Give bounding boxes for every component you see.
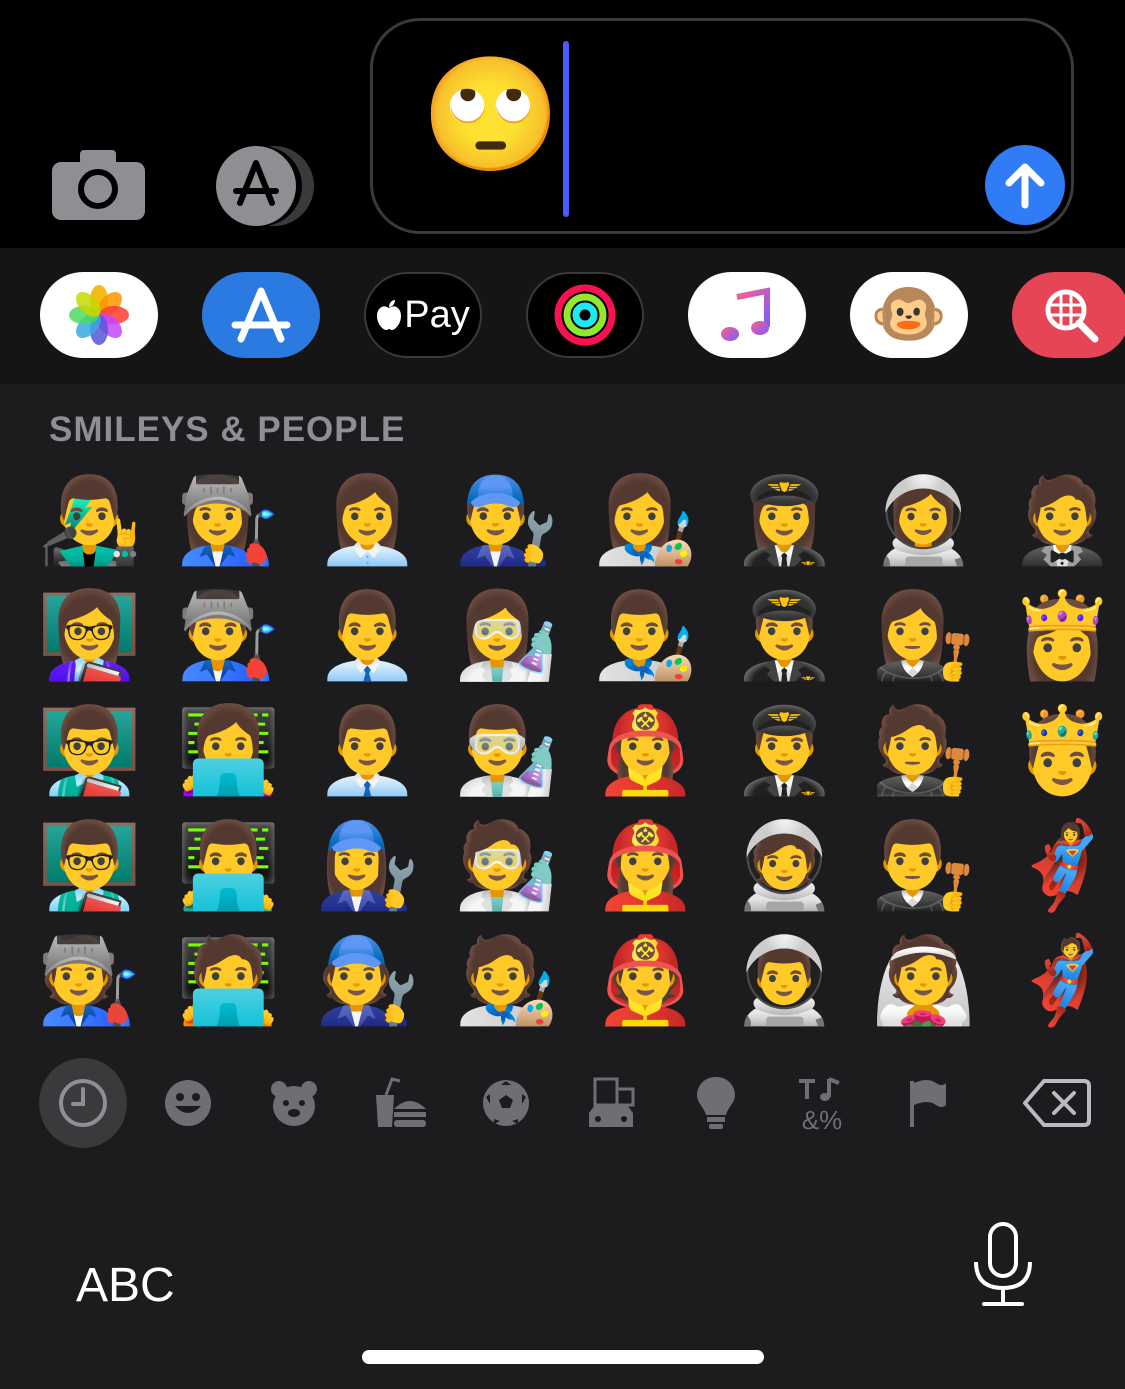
emoji-key[interactable]: 🤵	[993, 462, 1125, 577]
message-emoji: 🙄	[421, 52, 561, 177]
activity-app-button[interactable]	[526, 272, 644, 358]
emoji-key[interactable]: 🧑‍🚒	[576, 922, 715, 1037]
app-store-a-icon	[231, 287, 291, 343]
emoji-key[interactable]: 👨‍💼	[298, 692, 437, 807]
smiley-icon	[165, 1080, 211, 1126]
emoji-key[interactable]: 👩‍🚒	[576, 692, 715, 807]
send-button[interactable]	[985, 145, 1065, 225]
message-input[interactable]: 🙄	[370, 18, 1074, 234]
emoji-key[interactable]: 🧑‍🔧	[298, 922, 437, 1037]
emoji-key[interactable]: 🦸	[993, 922, 1125, 1037]
soccer-ball-icon	[483, 1080, 529, 1126]
emoji-key[interactable]: 👨‍🔬	[437, 692, 576, 807]
category-symbols[interactable]: &%	[778, 1058, 866, 1148]
emoji-key[interactable]: 👩‍💻	[159, 692, 298, 807]
flag-icon	[910, 1080, 946, 1127]
emoji-key[interactable]: 👨‍💻	[159, 807, 298, 922]
lightbulb-icon	[697, 1077, 735, 1129]
emoji-key[interactable]: 🤴	[993, 692, 1125, 807]
app-store-app-button[interactable]	[202, 272, 320, 358]
text-caret	[563, 41, 569, 217]
category-travel[interactable]	[567, 1058, 655, 1148]
emoji-key[interactable]: 👨‍⚖️	[854, 807, 993, 922]
category-flags[interactable]	[884, 1058, 972, 1148]
app-drawer: Pay 🐵	[0, 248, 1125, 384]
emoji-key[interactable]: 👩‍🚒	[576, 807, 715, 922]
music-note-icon	[721, 287, 770, 341]
category-recent[interactable]	[39, 1058, 127, 1148]
emoji-key[interactable]: 🧑‍🏭	[20, 922, 159, 1037]
emoji-key[interactable]: 🧑‍💻	[159, 922, 298, 1037]
bear-icon	[271, 1081, 317, 1126]
apps-button[interactable]	[210, 145, 320, 227]
abc-keyboard-button[interactable]: ABC	[76, 1258, 175, 1313]
category-activity[interactable]	[462, 1058, 550, 1148]
emoji-key[interactable]: 👩‍🚀	[854, 462, 993, 577]
food-icon	[376, 1077, 426, 1127]
delete-icon	[1023, 1079, 1091, 1127]
emoji-key[interactable]: 👨‍🏫	[20, 807, 159, 922]
microphone-icon	[974, 1222, 1032, 1306]
compose-bar: 🙄	[0, 0, 1125, 248]
emoji-key[interactable]: 👨‍🚀	[715, 922, 854, 1037]
apple-logo-icon	[377, 300, 402, 330]
emoji-key[interactable]: 👩‍🎨	[576, 462, 715, 577]
app-store-icon	[216, 146, 314, 226]
emoji-key[interactable]: 👨‍🏫	[20, 692, 159, 807]
image-search-icon	[1045, 289, 1099, 343]
emoji-key[interactable]: 👨‍💼	[298, 577, 437, 692]
emoji-key[interactable]: 👰	[854, 922, 993, 1037]
emoji-key[interactable]: 👸	[993, 577, 1125, 692]
emoji-key[interactable]: 👩‍🏫	[20, 577, 159, 692]
emoji-key[interactable]: 👨‍✈️	[715, 692, 854, 807]
monkey-icon: 🐵	[870, 280, 948, 349]
emoji-key[interactable]: 🧑‍🎨	[437, 922, 576, 1037]
category-objects[interactable]	[672, 1058, 760, 1148]
emoji-key[interactable]: 👩‍💼	[298, 462, 437, 577]
emoji-key[interactable]: 👩‍✈️	[715, 462, 854, 577]
category-food[interactable]	[356, 1058, 444, 1148]
emoji-grid: 👨‍🎤 👩‍🏭 👩‍💼 👨‍🔧 👩‍🎨 👩‍✈️ 👩‍🚀 🤵 👩‍🏫 👨‍🏭 👨…	[20, 462, 1120, 1042]
emoji-key[interactable]: 👩‍🔬	[437, 577, 576, 692]
emoji-key[interactable]: 👩‍🔧	[298, 807, 437, 922]
delete-button[interactable]	[1012, 1058, 1102, 1148]
clock-icon	[59, 1079, 107, 1127]
symbols-icon: &%	[799, 1077, 842, 1131]
arrow-up-icon	[1005, 163, 1045, 209]
emoji-key[interactable]: 🧑‍⚖️	[854, 692, 993, 807]
section-title: SMILEYS & PEOPLE	[49, 410, 406, 449]
emoji-key[interactable]: 👩‍⚖️	[854, 577, 993, 692]
symbols-label: &%	[802, 1105, 842, 1131]
building-car-icon	[589, 1077, 635, 1127]
emoji-key[interactable]: 👨‍🎤	[20, 462, 159, 577]
dictation-button[interactable]	[970, 1220, 1036, 1310]
emoji-key[interactable]: 👨‍🔧	[437, 462, 576, 577]
camera-icon	[52, 150, 145, 220]
emoji-key[interactable]: 🧑‍🔬	[437, 807, 576, 922]
category-smileys[interactable]	[144, 1058, 232, 1148]
activity-rings-icon	[554, 284, 616, 346]
camera-button[interactable]	[52, 150, 145, 220]
emoji-key[interactable]: 🦸‍♀️	[993, 807, 1125, 922]
emoji-key[interactable]: 👨‍✈️	[715, 577, 854, 692]
photos-app-button[interactable]	[40, 272, 158, 358]
apple-pay-app-button[interactable]: Pay	[364, 272, 482, 358]
emoji-key[interactable]: 👨‍🎨	[576, 577, 715, 692]
photos-icon	[69, 285, 129, 345]
animoji-app-button[interactable]: 🐵	[850, 272, 968, 358]
home-indicator[interactable]	[362, 1350, 764, 1364]
category-animals[interactable]	[250, 1058, 338, 1148]
emoji-key[interactable]: 🧑‍🚀	[715, 807, 854, 922]
music-app-button[interactable]	[688, 272, 806, 358]
emoji-category-bar: &%	[0, 1058, 1125, 1150]
emoji-key[interactable]: 👩‍🏭	[159, 462, 298, 577]
emoji-key[interactable]: 👨‍🏭	[159, 577, 298, 692]
images-app-button[interactable]	[1012, 272, 1125, 358]
apple-pay-label: Pay	[404, 293, 470, 336]
